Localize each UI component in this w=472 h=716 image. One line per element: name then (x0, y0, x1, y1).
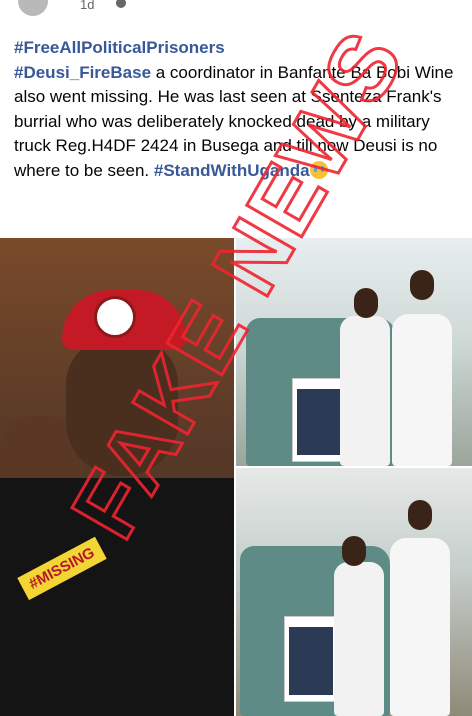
post-text: #FreeAllPoliticalPrisoners #Deusi_FireBa… (14, 36, 464, 183)
person-white-shirt (392, 314, 452, 466)
campaign-poster (292, 378, 346, 462)
person-head (342, 536, 366, 566)
face (66, 338, 178, 476)
post-timestamp[interactable]: 1d (80, 0, 94, 12)
campaign-poster (284, 616, 338, 702)
person-white-shirt (334, 562, 384, 716)
post-header: 1d (0, 0, 472, 22)
hashtag-deusi-firebase[interactable]: #Deusi_FireBase (14, 63, 151, 82)
hashtag-stand-with-uganda[interactable]: #StandWithUganda (154, 161, 310, 180)
photo-car-bottom[interactable] (236, 468, 472, 716)
person-white-shirt (390, 538, 450, 716)
avatar[interactable] (18, 0, 48, 16)
person-head (408, 500, 432, 530)
person-head (354, 288, 378, 318)
person-white-shirt (340, 316, 390, 466)
globe-icon (116, 0, 126, 8)
photo-car-top[interactable] (236, 238, 472, 466)
photo-missing-man[interactable]: #MISSING (0, 238, 234, 716)
hashtag-free-all-political-prisoners[interactable]: #FreeAllPoliticalPrisoners (14, 38, 225, 57)
person-head (410, 270, 434, 300)
beret-badge-icon (94, 296, 136, 338)
shirt (0, 478, 234, 716)
crying-face-icon (309, 160, 328, 179)
